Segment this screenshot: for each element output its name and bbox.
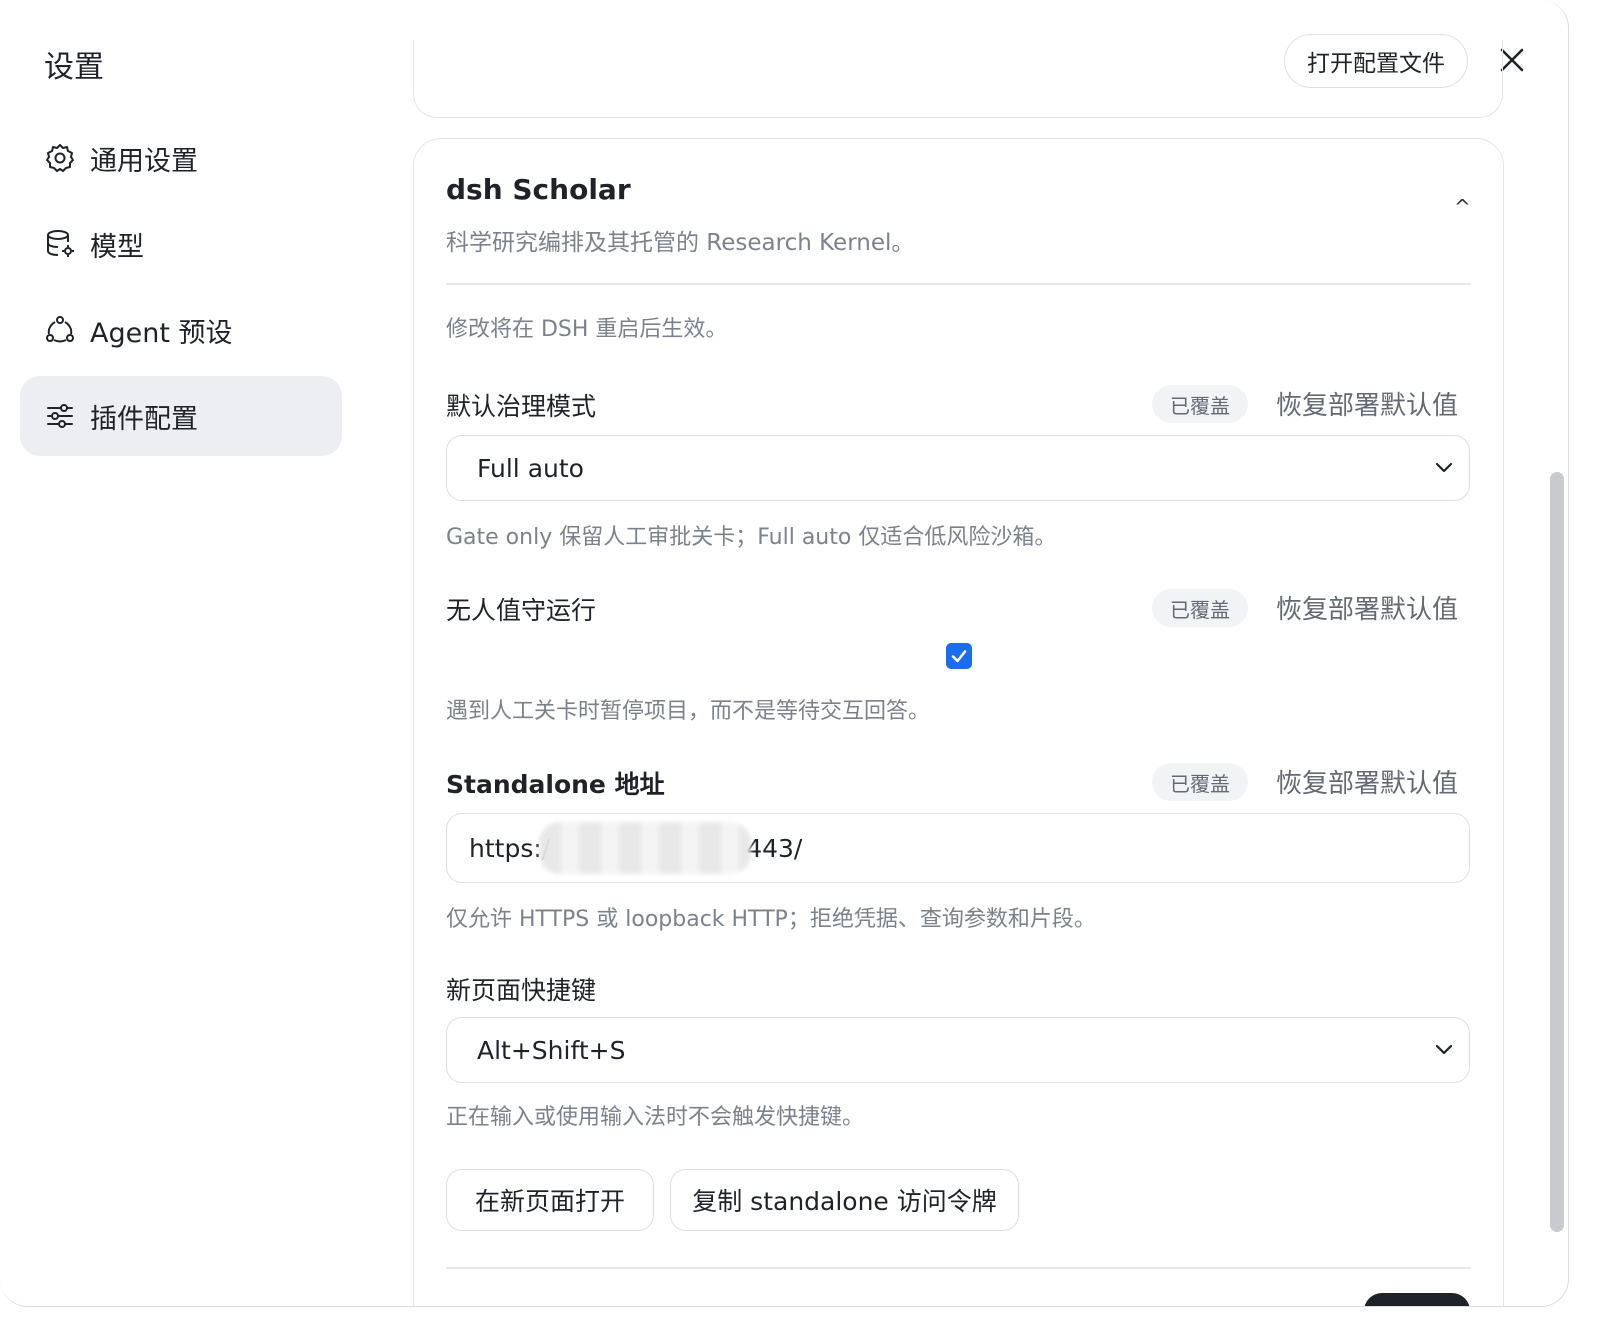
copy-standalone-token-button[interactable]: 复制 standalone 访问令牌 [670, 1169, 1019, 1231]
gear-icon [44, 142, 76, 174]
sliders-icon [44, 400, 76, 432]
plugin-card-dsh-scholar: dsh Scholar 科学研究编排及其托管的 Research Kernel。… [413, 138, 1504, 1306]
primary-action-button[interactable] [1364, 1293, 1470, 1306]
plugin-description: 科学研究编排及其托管的 Research Kernel。 [446, 230, 915, 256]
previous-plugin-card [413, 40, 1503, 118]
settings-dialog: 设置 打开配置文件 通用设置 模型 Agent 预设 插件配置 dsh Scho… [0, 0, 1569, 1307]
reset-standalone-button[interactable]: 恢复部署默认值 [1276, 763, 1458, 800]
chevron-down-icon [1435, 1044, 1453, 1055]
overridden-badge: 已覆盖 [1152, 763, 1248, 801]
governance-hint: Gate only 保留人工审批关卡；Full auto 仅适合低风险沙箱。 [446, 525, 1057, 550]
sidebar: 通用设置 模型 Agent 预设 插件配置 [20, 118, 342, 462]
chevron-down-icon [1435, 462, 1453, 473]
shortcut-hint: 正在输入或使用输入法时不会触发快捷键。 [446, 1105, 865, 1130]
address-suffix: 443/ [746, 833, 803, 863]
shortcut-label: 新页面快捷键 [446, 976, 597, 1005]
governance-select-value: Full auto [477, 453, 584, 483]
dialog-title: 设置 [44, 50, 104, 85]
database-gear-icon [44, 228, 76, 260]
unattended-label: 无人值守运行 [446, 596, 597, 625]
sidebar-item-general[interactable]: 通用设置 [20, 118, 342, 198]
card-divider [446, 283, 1471, 285]
governance-select[interactable]: Full auto [446, 435, 1470, 501]
standalone-hint: 仅允许 HTTPS 或 loopback HTTP；拒绝凭据、查询参数和片段。 [446, 907, 1096, 932]
sidebar-item-agent-presets[interactable]: Agent 预设 [20, 290, 342, 370]
sidebar-item-label: 通用设置 [90, 145, 198, 177]
overridden-badge: 已覆盖 [1152, 385, 1248, 423]
restart-notice: 修改将在 DSH 重启后生效。 [446, 317, 728, 342]
shortcut-select-value: Alt+Shift+S [477, 1035, 626, 1065]
plugin-title: dsh Scholar [446, 173, 631, 206]
open-new-page-button[interactable]: 在新页面打开 [446, 1169, 654, 1231]
standalone-label: Standalone 地址 [446, 770, 665, 799]
standalone-address-input[interactable]: https:/ 443/ [446, 813, 1470, 883]
checkmark-icon [951, 650, 967, 663]
collapse-button[interactable]: ^ [1454, 195, 1471, 219]
scrollbar-thumb[interactable] [1550, 472, 1564, 1232]
sidebar-item-label: Agent 预设 [90, 317, 233, 349]
unattended-hint: 遇到人工关卡时暂停项目，而不是等待交互回答。 [446, 699, 931, 724]
redaction-blur [539, 822, 751, 874]
shortcut-select[interactable]: Alt+Shift+S [446, 1017, 1470, 1083]
governance-label: 默认治理模式 [446, 392, 597, 421]
sidebar-item-label: 模型 [90, 231, 144, 263]
agent-icon [44, 314, 76, 346]
sidebar-item-label: 插件配置 [90, 403, 198, 435]
overridden-badge: 已覆盖 [1152, 589, 1248, 627]
sidebar-item-plugin-config[interactable]: 插件配置 [20, 376, 342, 456]
reset-governance-button[interactable]: 恢复部署默认值 [1276, 385, 1458, 422]
unattended-checkbox[interactable] [946, 643, 972, 669]
sidebar-item-models[interactable]: 模型 [20, 204, 342, 284]
card-divider [446, 1267, 1471, 1269]
reset-unattended-button[interactable]: 恢复部署默认值 [1276, 589, 1458, 626]
